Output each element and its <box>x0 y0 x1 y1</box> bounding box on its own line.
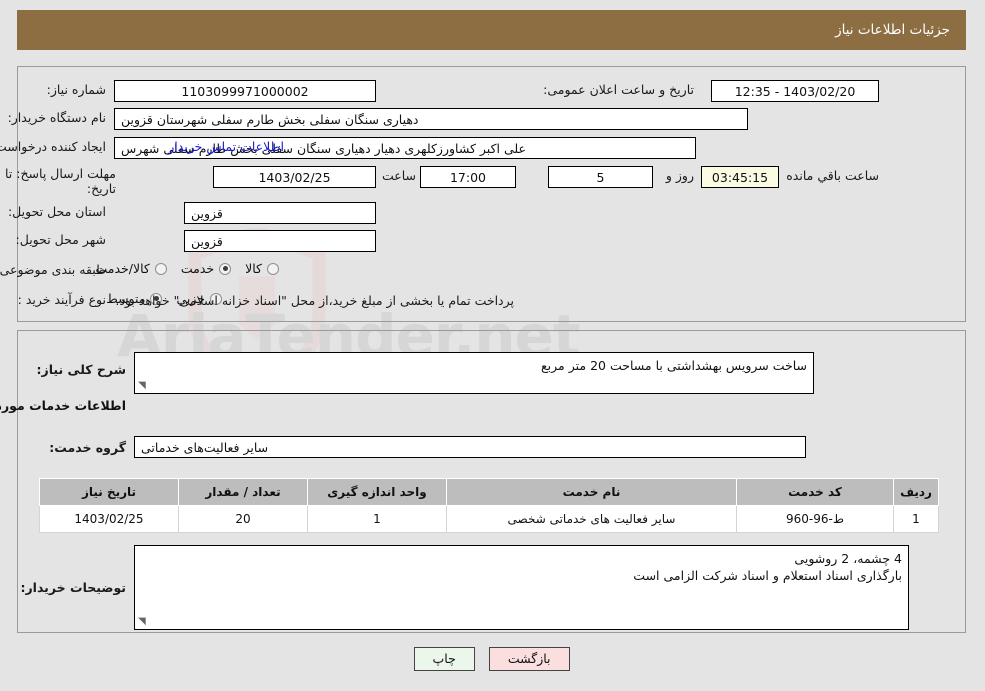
category-radio-label-0: کالا <box>246 261 263 276</box>
description-value: ساخت سرویس بهشداشتی با مساحت 20 متر مربع <box>542 358 808 373</box>
days-remaining-value: 5 <box>549 166 654 188</box>
buyer-notes-line-2: بارگذاری اسناد استعلام و اسناد شرکت الزا… <box>634 568 903 583</box>
buyer-org-label: نام دستگاه خریدار: <box>8 110 107 125</box>
category-radio-label-1: خدمت <box>181 261 216 276</box>
need-number-label: شماره نیاز: <box>47 82 107 97</box>
public-announce-value: 1403/02/20 - 12:35 <box>712 80 880 102</box>
cell-code: ط-96-960 <box>737 505 895 533</box>
resize-grip-icon[interactable]: ◤ <box>139 616 149 627</box>
requester-label: ایجاد کننده درخواست: <box>0 139 107 154</box>
deadline-date-value: 1403/02/25 <box>214 166 377 188</box>
cell-row: 1 <box>894 505 940 533</box>
table-header-row: ردیف کد خدمت نام خدمت واحد اندازه گیری ت… <box>40 478 940 506</box>
buyer-notes-label: توضیحات خریدار: <box>21 580 127 595</box>
action-button-bar: بازگشت چاپ <box>0 647 985 671</box>
treasury-note: پرداخت تمام یا بخشی از مبلغ خرید،از محل … <box>116 293 515 308</box>
cell-need-date: 1403/02/25 <box>40 505 180 533</box>
page-title: جزئیات اطلاعات نیاز <box>836 22 951 38</box>
description-textarea[interactable]: ساخت سرویس بهشداشتی با مساحت 20 متر مربع… <box>135 352 815 394</box>
remaining-hours-label: ساعت باقي مانده <box>787 168 880 183</box>
description-label: شرح کلی نیاز: <box>37 362 127 377</box>
services-section-title: اطلاعات خدمات مورد نیاز <box>0 398 127 413</box>
col-quantity: تعداد / مقدار <box>179 478 309 506</box>
category-radio-label-2: کالا/خدمت <box>96 261 151 276</box>
print-button[interactable]: چاپ <box>414 647 476 671</box>
resize-grip-icon[interactable]: ◤ <box>139 380 149 391</box>
service-group-value: سایر فعالیت‌های خدماتی <box>135 436 807 458</box>
days-and-label: روز و <box>666 168 695 183</box>
category-radio-group: کالا خدمت کالا/خدمت <box>82 261 280 276</box>
table-row: 1 ط-96-960 سایر فعالیت های خدماتی شخصی 1… <box>40 505 940 533</box>
category-option-1[interactable]: خدمت <box>168 261 233 276</box>
cell-quantity: 20 <box>179 505 309 533</box>
buyer-org-value: دهیاری سنگان سفلی بخش طارم سفلی شهرستان … <box>115 108 749 130</box>
page-title-bar: جزئیات اطلاعات نیاز <box>18 10 967 50</box>
category-radio-2[interactable] <box>155 262 168 275</box>
services-table: ردیف کد خدمت نام خدمت واحد اندازه گیری ت… <box>40 478 940 533</box>
cell-name: سایر فعالیت های خدماتی شخصی <box>447 505 738 533</box>
col-name: نام خدمت <box>447 478 738 506</box>
category-option-0[interactable]: کالا <box>232 261 280 276</box>
category-radio-0[interactable] <box>268 262 280 275</box>
col-code: کد خدمت <box>737 478 895 506</box>
need-number-value: 1103099971000002 <box>115 80 377 102</box>
deadline-hour-label: ساعت <box>382 168 417 183</box>
back-button[interactable]: بازگشت <box>489 647 571 671</box>
service-group-label: گروه خدمت: <box>50 440 127 455</box>
need-info-panel <box>18 66 967 322</box>
col-date: تاریخ نیاز <box>40 478 180 506</box>
buyer-contact-link[interactable]: اطلاعات تماس خریدار <box>169 139 285 154</box>
province-label: استان محل تحویل: <box>8 204 107 219</box>
buyer-notes-line-1: 4 چشمه، 2 روشویی <box>795 551 903 566</box>
countdown-value: 03:45:15 <box>702 166 780 188</box>
deadline-time-value: 17:00 <box>421 166 517 188</box>
province-value: قزوین <box>185 202 377 224</box>
deadline-label: مهلت ارسال پاسخ: تا تاریخ: <box>6 166 117 196</box>
col-unit: واحد اندازه گیری <box>308 478 448 506</box>
city-value: قزوین <box>185 230 377 252</box>
city-label: شهر محل تحویل: <box>16 232 107 247</box>
col-row: ردیف <box>894 478 940 506</box>
public-announce-label: تاریخ و ساعت اعلان عمومی: <box>544 82 695 97</box>
cell-unit: 1 <box>308 505 448 533</box>
category-radio-1[interactable] <box>220 262 233 275</box>
buyer-notes-textarea[interactable]: 4 چشمه، 2 روشویی بارگذاری اسناد استعلام … <box>135 545 910 630</box>
category-option-2[interactable]: کالا/خدمت <box>82 261 168 276</box>
